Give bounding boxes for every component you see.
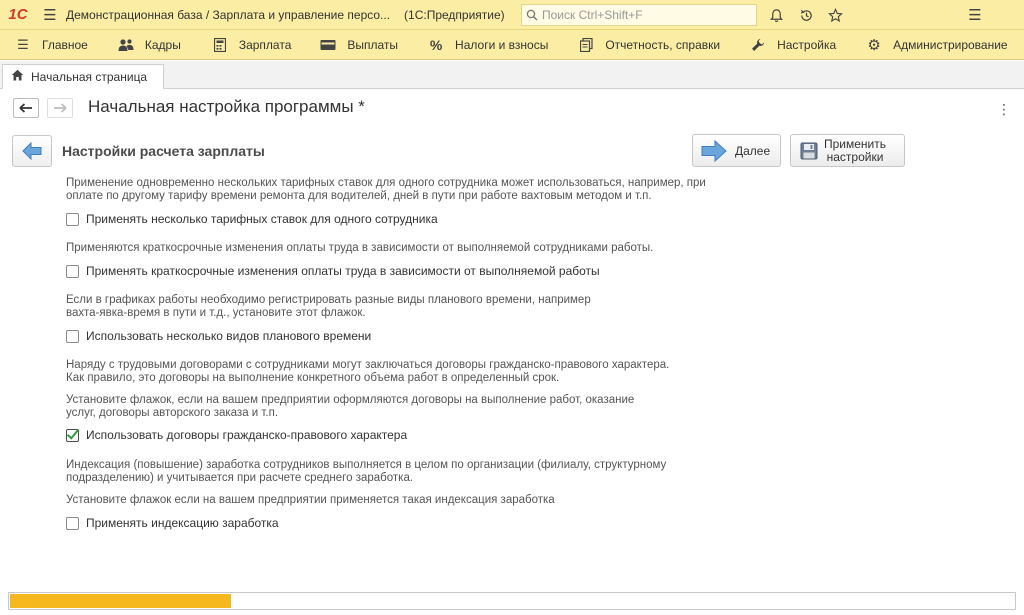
people-icon [117,36,135,54]
section-payments-label: Выплаты [347,37,399,52]
section-hr-label: Кадры [144,37,181,52]
next-button-label: Далее [735,143,771,158]
option-short-term-changes[interactable]: Применять краткосрочные изменения оплаты… [66,264,600,278]
checkbox-label: Использовать договоры гражданско-правово… [86,428,408,442]
section-reports[interactable]: Отчетность, справки [548,30,720,60]
description-line: оплате по другому тарифу времени ремонта… [66,190,652,202]
option-description: Установите флажок если на вашем предприя… [66,494,746,507]
description-line: услуг, договоры авторского заказа и т.п. [66,407,279,419]
option-civil-contracts[interactable]: Использовать договоры гражданско-правово… [66,425,408,442]
checkbox-label: Применять несколько тарифных ставок для … [86,212,438,226]
apply-label-line1: Применить [824,136,887,151]
apply-label-line2: настройки [826,149,884,164]
arrow-left-icon [19,103,32,113]
save-disk-icon [800,142,818,159]
option-description: Если в графиках работы необходимо регист… [66,294,746,320]
apply-settings-label: Применить настройки [824,136,887,164]
previous-step-button[interactable] [12,135,52,167]
section-reports-label: Отчетность, справки [605,37,721,52]
description-line: Наряду с трудовыми договорами с сотрудни… [66,359,670,371]
description-line: Установите флажок если на вашем предприя… [66,494,555,506]
menu-icon: ☰ [17,36,29,52]
window-title: Демонстрационная база / Зарплата и управ… [66,7,391,22]
gear-icon: ⚙ [867,36,881,54]
section-taxes[interactable]: % Налоги и взносы [398,30,549,60]
percent-icon: % [429,36,443,53]
apply-settings-button[interactable]: Применить настройки [790,134,905,167]
form-title: Начальная настройка программы * [88,97,365,116]
checkbox-salary-indexation[interactable] [66,516,79,530]
option-description: Применяются краткосрочные изменения опла… [66,242,746,255]
checkbox-planned-time-types[interactable] [66,329,79,343]
option-planned-time-types[interactable]: Использовать несколько видов планового в… [66,329,371,343]
description-line: Применение одновременно нескольких тариф… [66,177,706,189]
calculator-icon [211,36,229,54]
bell-icon[interactable] [765,4,787,26]
back-button[interactable] [13,98,39,118]
section-hr[interactable]: Кадры [88,30,181,60]
home-icon [11,69,24,84]
documents-icon [577,36,595,54]
favorites-star-icon[interactable] [824,4,846,26]
wallet-icon [319,36,337,54]
step-title: Настройки расчета зарплаты [62,143,265,159]
progress-bar [8,592,1016,610]
big-arrow-left-icon [22,142,42,160]
section-settings-label: Настройка [777,37,837,52]
open-windows-bar: Начальная страница [0,61,1024,90]
more-actions-icon[interactable]: ⋮ [996,100,1012,118]
next-button[interactable]: Далее [692,134,781,167]
section-admin[interactable]: ⚙ Администрирование [836,30,1007,60]
description-line: Как правило, это договоры на выполнение … [66,372,560,384]
checkbox-label: Использовать несколько видов планового в… [86,329,372,343]
section-payments[interactable]: Выплаты [291,30,398,60]
description-line: вахта-явка-время в пути и т.д., установи… [66,307,366,319]
checkbox-label: Применять краткосрочные изменения оплаты… [86,264,600,278]
description-line: Применяются краткосрочные изменения опла… [66,242,654,254]
description-line: подразделению) и учитывается при расчете… [66,472,414,484]
section-salary-label: Зарплата [238,37,292,52]
big-arrow-right-icon [701,139,727,162]
option-salary-indexation[interactable]: Применять индексацию заработка [66,516,279,530]
search-box[interactable] [521,4,757,26]
checkbox-label: Применять индексацию заработка [86,516,279,530]
section-salary[interactable]: Зарплата [181,30,292,60]
section-admin-label: Администрирование [893,37,1008,52]
wrench-icon [749,36,767,54]
checkbox-multiple-rates[interactable] [66,212,79,226]
description-line: Установите флажок, если на вашем предпри… [66,394,635,406]
section-settings[interactable]: Настройка [720,30,836,60]
sections-panel: ☰ Главное Кадры Зарплата Выплаты % Налог… [0,30,1024,60]
search-icon [526,9,538,21]
option-description: Установите флажок, если на вашем предпри… [66,394,746,420]
title-bar: 1С ☰ Демонстрационная база / Зарплата и … [0,0,1024,30]
progress-fill [10,594,231,608]
window-menu-icon[interactable]: ☰ [964,4,986,26]
checkbox-short-term-changes[interactable] [66,264,79,278]
forward-button[interactable] [47,98,73,118]
section-taxes-label: Налоги и взносы [455,37,549,52]
description-line: Если в графиках работы необходимо регист… [66,294,591,306]
option-description: Наряду с трудовыми договорами с сотрудни… [66,359,746,385]
arrow-right-icon [54,103,67,113]
checkbox-civil-contracts[interactable] [66,425,80,442]
option-description: Индексация (повышение) заработка сотрудн… [66,459,746,485]
option-multiple-rates[interactable]: Применять несколько тарифных ставок для … [66,212,438,226]
checkmark-icon [66,425,80,440]
main-menu-icon[interactable]: ☰ [36,0,64,30]
option-description: Применение одновременно нескольких тариф… [66,177,746,203]
section-main[interactable]: ☰ Главное [0,30,88,60]
search-input[interactable] [542,8,752,22]
app-logo: 1С [8,6,28,23]
tab-home-label: Начальная страница [31,69,148,84]
tab-home-page[interactable]: Начальная страница [2,64,164,90]
description-line: Индексация (повышение) заработка сотрудн… [66,459,667,471]
history-icon[interactable] [795,4,817,26]
platform-name: (1С:Предприятие) [404,7,505,22]
section-main-label: Главное [42,37,88,52]
